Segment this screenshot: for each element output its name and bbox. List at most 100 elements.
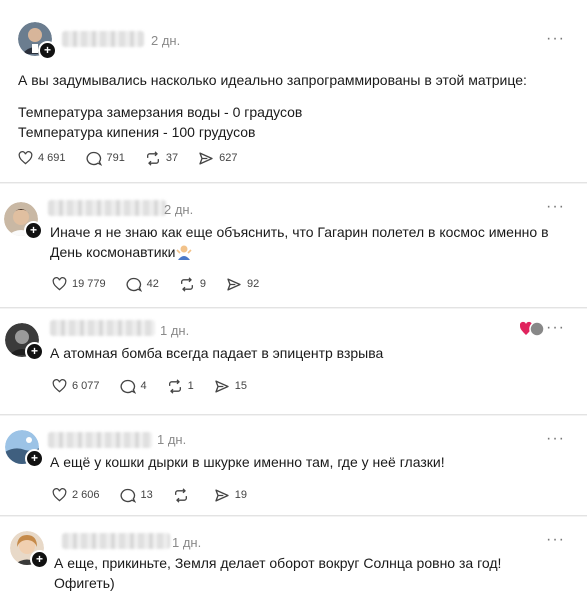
repost-count: 1 — [187, 380, 194, 392]
avatar[interactable]: + — [10, 531, 49, 569]
post-text-line: А атомная бомба всегда падает в эпицентр… — [50, 345, 384, 361]
post-text-line: А вы задумывались насколько идеально зап… — [18, 72, 527, 88]
post-2: + 2 дн. ··· Иначе я не знаю как еще объя… — [0, 184, 587, 308]
post-text-line: А еще, прикиньте, Земля делает оборот во… — [54, 555, 502, 571]
share-send-icon — [215, 380, 229, 393]
comment-button[interactable]: 13 — [120, 488, 153, 503]
more-options-icon[interactable]: ··· — [546, 198, 565, 216]
comment-button[interactable]: 791 — [86, 151, 125, 166]
follow-plus-icon[interactable]: + — [25, 449, 44, 468]
like-button[interactable]: 4 691 — [18, 151, 66, 165]
share-button[interactable]: 19 — [214, 488, 247, 503]
share-send-icon — [199, 152, 213, 164]
post-text-spacer — [18, 90, 558, 102]
post-text-line: Иначе я не знаю как еще объяснить, что Г… — [50, 224, 549, 240]
repost-button[interactable] — [173, 487, 194, 503]
follow-plus-icon[interactable]: + — [30, 550, 49, 569]
more-options-icon[interactable]: ··· — [546, 319, 565, 337]
post-text: А вы задумывались насколько идеально зап… — [18, 70, 558, 142]
share-send-icon — [215, 489, 229, 502]
comment-bubble-icon — [120, 488, 136, 503]
share-button[interactable]: 15 — [214, 379, 247, 394]
repost-arrows-icon — [180, 276, 193, 292]
like-button[interactable]: 2 606 — [52, 488, 100, 502]
follow-plus-icon[interactable]: + — [24, 221, 43, 240]
comment-button[interactable]: 42 — [126, 277, 159, 292]
comment-count: 4 — [140, 380, 147, 392]
post-3: + 1 дн. ··· А атомная бомба всегда падае… — [0, 309, 587, 415]
share-count: 627 — [219, 152, 238, 164]
repost-button[interactable]: 9 — [179, 276, 207, 292]
repost-arrows-icon — [168, 378, 181, 394]
post-1: + 2 дн. ··· А вы задумывались насколько … — [0, 0, 587, 183]
post-4: + 1 дн. ··· А ещё у кошки дырки в шкурке… — [0, 416, 587, 516]
username-blurred[interactable] — [48, 432, 152, 448]
post-text: А еще, прикиньте, Земля делает оборот во… — [54, 553, 574, 593]
username-blurred[interactable] — [50, 320, 155, 336]
avatar[interactable]: + — [4, 202, 43, 240]
like-button[interactable]: 6 077 — [52, 379, 100, 393]
post-actions: 2 606 13 19 — [52, 485, 267, 505]
comment-count: 13 — [140, 489, 153, 501]
heart-icon — [52, 379, 67, 393]
post-text-line: А ещё у кошки дырки в шкурке именно там,… — [50, 454, 445, 470]
share-count: 92 — [247, 278, 260, 290]
post-text-line-with-emoji: День космонавтики — [50, 242, 580, 262]
post-time: 1 дн. — [157, 432, 187, 447]
post-text-line: День космонавтики — [50, 244, 176, 260]
like-button[interactable]: 19 779 — [52, 277, 106, 291]
comment-bubble-icon — [126, 277, 142, 292]
post-text: Иначе я не знаю как еще объяснить, что Г… — [50, 222, 580, 262]
repost-arrows-icon — [146, 150, 159, 166]
like-count: 19 779 — [72, 278, 106, 290]
post-time: 2 дн. — [164, 202, 194, 217]
person-shrugging-emoji-icon — [175, 245, 192, 260]
comment-bubble-icon — [120, 379, 136, 394]
share-count: 19 — [234, 489, 248, 501]
heart-icon — [18, 151, 33, 165]
post-text-line: Офигеть) — [54, 575, 115, 591]
share-send-icon — [227, 278, 241, 291]
more-options-icon[interactable]: ··· — [546, 30, 565, 48]
like-count: 4 691 — [38, 152, 66, 164]
follow-plus-icon[interactable]: + — [38, 41, 57, 60]
repost-arrows-icon — [174, 487, 187, 503]
share-count: 15 — [234, 380, 248, 392]
post-5: + 1 дн. ··· А еще, прикиньте, Земля дела… — [0, 517, 587, 600]
repost-button[interactable]: 37 — [145, 150, 179, 166]
comment-count: 42 — [146, 278, 159, 290]
share-button[interactable]: 627 — [198, 151, 238, 166]
username-blurred[interactable] — [62, 31, 144, 47]
post-text: А ещё у кошки дырки в шкурке именно там,… — [50, 452, 570, 472]
share-button[interactable]: 92 — [226, 277, 259, 292]
post-time: 1 дн. — [160, 323, 190, 338]
repost-button[interactable]: 1 — [167, 378, 194, 394]
follow-plus-icon[interactable]: + — [25, 342, 44, 361]
post-time: 2 дн. — [151, 33, 181, 48]
username-blurred[interactable] — [62, 533, 170, 549]
repost-count: 9 — [199, 278, 207, 290]
like-count: 2 606 — [72, 489, 100, 501]
more-options-icon[interactable]: ··· — [546, 531, 565, 549]
avatar[interactable]: + — [5, 323, 44, 361]
post-text-line: Температура замерзания воды - 0 градусов — [18, 104, 303, 120]
feed: + 2 дн. ··· А вы задумывались насколько … — [0, 0, 587, 600]
comment-button[interactable]: 4 — [120, 379, 147, 394]
comment-bubble-icon — [86, 151, 102, 166]
post-actions: 4 691 791 37 627 — [18, 148, 258, 168]
avatar[interactable]: + — [5, 430, 44, 468]
comment-count: 791 — [106, 152, 125, 164]
heart-icon — [52, 488, 67, 502]
like-count: 6 077 — [72, 380, 100, 392]
repost-count: 37 — [165, 152, 179, 164]
post-actions: 19 779 42 9 92 — [52, 274, 279, 294]
post-time: 1 дн. — [172, 535, 202, 550]
post-actions: 6 077 4 1 15 — [52, 376, 267, 396]
post-text-line: Температура кипения - 100 грудусов — [18, 124, 256, 140]
username-blurred[interactable] — [48, 200, 166, 216]
more-options-icon[interactable]: ··· — [546, 430, 565, 448]
post-text: А атомная бомба всегда падает в эпицентр… — [50, 343, 570, 363]
heart-icon — [52, 277, 67, 291]
reaction-heart-avatar-icon — [520, 321, 544, 337]
avatar[interactable]: + — [18, 22, 57, 60]
